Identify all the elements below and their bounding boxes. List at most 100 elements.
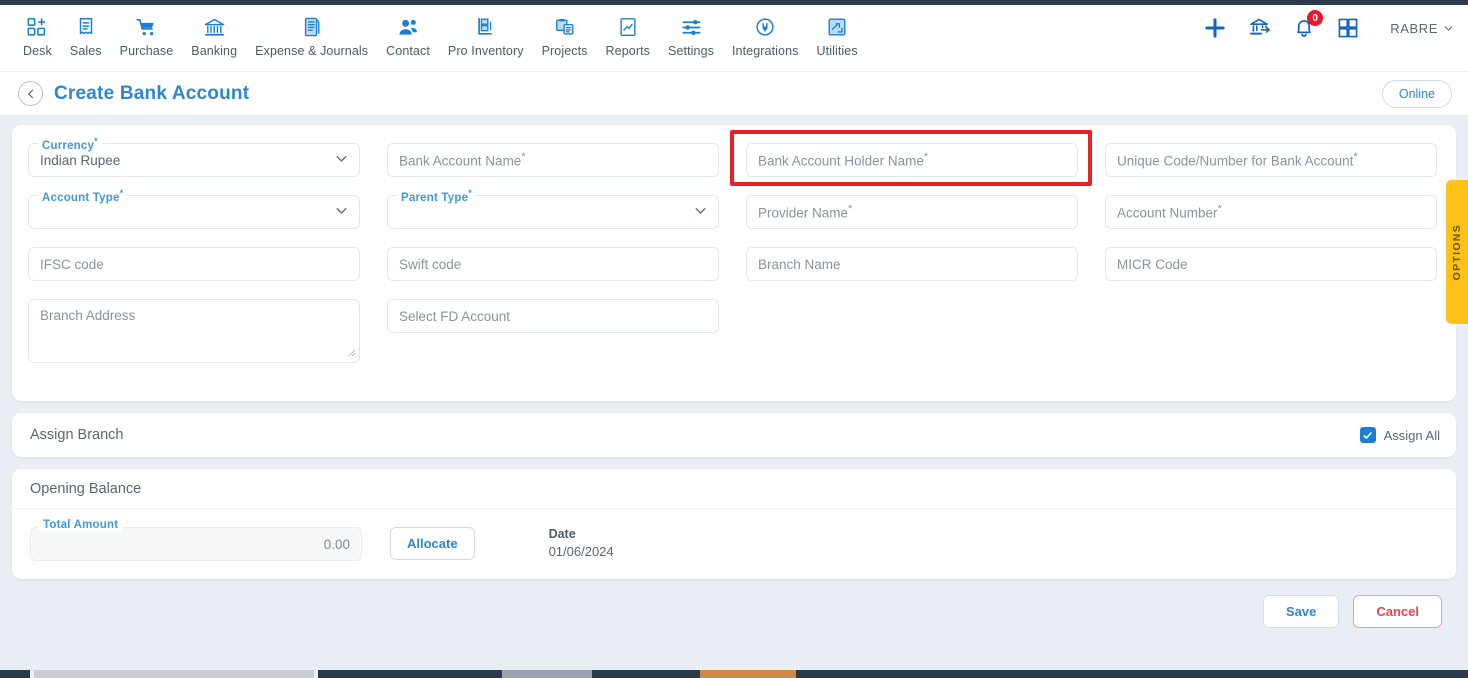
date-value[interactable]: 01/06/2024 bbox=[549, 544, 614, 559]
nav-item-label: Settings bbox=[668, 44, 714, 58]
cancel-button[interactable]: Cancel bbox=[1353, 595, 1442, 628]
save-button[interactable]: Save bbox=[1262, 595, 1340, 628]
desk-grid-plus-icon bbox=[26, 13, 48, 41]
options-side-tab-label: OPTIONS bbox=[1451, 223, 1463, 281]
form-column-2: Bank Account Name* Parent Type* Swift co… bbox=[387, 143, 719, 381]
field-ifsc-code[interactable]: IFSC code bbox=[28, 247, 360, 281]
field-placeholder-ifsc-code: IFSC code bbox=[40, 256, 104, 272]
field-micr-code[interactable]: MICR Code bbox=[1105, 247, 1437, 281]
pro-inventory-forklift-icon bbox=[475, 13, 497, 41]
field-label-currency: Currency* bbox=[38, 136, 102, 152]
field-bank-account-holder-name[interactable]: Bank Account Holder Name* bbox=[746, 143, 1078, 177]
check-icon bbox=[1363, 431, 1372, 439]
app-header: Desk Sales Purchase Banking Expense & Jo… bbox=[0, 5, 1468, 71]
field-placeholder-swift-code: Swift code bbox=[399, 256, 462, 272]
assign-branch-title: Assign Branch bbox=[30, 427, 124, 443]
total-amount-label: Total Amount bbox=[39, 519, 123, 531]
nav-item-label: Banking bbox=[191, 44, 238, 58]
online-button[interactable]: Online bbox=[1381, 80, 1452, 108]
nav-item-label: Expense & Journals bbox=[255, 44, 369, 58]
nav-item-sales[interactable]: Sales bbox=[61, 11, 111, 58]
nav-item-desk[interactable]: Desk bbox=[14, 11, 61, 58]
taskbar-segment bbox=[318, 670, 502, 678]
form-column-4: Unique Code/Number for Bank Account* Acc… bbox=[1105, 143, 1437, 381]
user-name: RABRE bbox=[1390, 20, 1438, 36]
field-swift-code[interactable]: Swift code bbox=[387, 247, 719, 281]
field-placeholder-select-fd-account: Select FD Account bbox=[399, 308, 511, 324]
settings-sliders-icon bbox=[680, 13, 703, 41]
nav-item-label: Utilities bbox=[816, 44, 858, 58]
header-actions: 0 RABRE bbox=[1202, 10, 1454, 41]
apps-grid-icon[interactable] bbox=[1336, 16, 1360, 40]
field-placeholder-micr-code: MICR Code bbox=[1117, 256, 1188, 272]
bank-transfer-icon[interactable] bbox=[1248, 16, 1272, 40]
nav-item-expense-journals[interactable]: Expense & Journals bbox=[246, 11, 377, 58]
nav-item-label: Pro Inventory bbox=[447, 44, 524, 58]
nav-item-label: Reports bbox=[605, 44, 651, 58]
nav-item-integrations[interactable]: Integrations bbox=[723, 11, 808, 58]
chevron-down-icon bbox=[693, 203, 708, 221]
nav-item-label: Projects bbox=[541, 44, 588, 58]
banking-bank-icon bbox=[203, 13, 226, 41]
field-branch-name[interactable]: Branch Name bbox=[746, 247, 1078, 281]
nav-item-utilities[interactable]: Utilities bbox=[808, 11, 867, 58]
nav-item-pro-inventory[interactable]: Pro Inventory bbox=[439, 11, 533, 58]
add-new-icon[interactable] bbox=[1202, 15, 1228, 41]
allocate-button[interactable]: Allocate bbox=[390, 527, 475, 560]
field-placeholder-branch-address: Branch Address bbox=[40, 308, 136, 323]
field-unique-code-number[interactable]: Unique Code/Number for Bank Account* bbox=[1105, 143, 1437, 177]
notification-bell-icon[interactable]: 0 bbox=[1292, 10, 1324, 40]
assign-all-toggle[interactable]: Assign All bbox=[1359, 427, 1440, 443]
assign-branch-card: Assign Branch Assign All bbox=[12, 413, 1456, 457]
field-currency[interactable]: Currency* Indian Rupee bbox=[28, 136, 360, 177]
nav-item-label: Contact bbox=[386, 44, 430, 58]
opening-balance-title: Opening Balance bbox=[12, 469, 1456, 509]
os-taskbar-strip bbox=[0, 670, 1468, 678]
page-title-bar: Create Bank Account Online bbox=[0, 71, 1468, 115]
form-column-3: Bank Account Holder Name* Provider Name*… bbox=[746, 143, 1078, 381]
nav-item-contact[interactable]: Contact bbox=[377, 11, 439, 58]
assign-all-label: Assign All bbox=[1383, 427, 1440, 443]
form-grid: Currency* Indian Rupee Account Type* IFS… bbox=[28, 136, 1440, 381]
field-label-account-type: Account Type* bbox=[38, 188, 128, 204]
nav-item-banking[interactable]: Banking bbox=[182, 11, 246, 58]
field-provider-name[interactable]: Provider Name* bbox=[746, 195, 1078, 229]
projects-clipboard-icon bbox=[554, 13, 576, 41]
bank-account-form-card: Currency* Indian Rupee Account Type* IFS… bbox=[12, 125, 1456, 401]
opening-balance-card: Opening Balance Total Amount 0.00 Alloca… bbox=[12, 469, 1456, 579]
chevron-down-icon bbox=[334, 203, 349, 221]
field-branch-address[interactable]: Branch Address bbox=[28, 299, 360, 363]
total-amount-field[interactable]: 0.00 bbox=[30, 527, 362, 561]
field-placeholder-bank-account-name: Bank Account Name* bbox=[399, 151, 526, 169]
form-actions: Save Cancel bbox=[12, 591, 1456, 628]
field-bank-account-name[interactable]: Bank Account Name* bbox=[387, 143, 719, 177]
nav-item-label: Purchase bbox=[119, 44, 174, 58]
field-label-parent-type: Parent Type* bbox=[397, 188, 476, 204]
options-side-tab[interactable]: OPTIONS bbox=[1446, 180, 1468, 324]
field-placeholder-provider-name: Provider Name* bbox=[758, 203, 853, 221]
taskbar-segment bbox=[700, 670, 796, 678]
field-placeholder-branch-name: Branch Name bbox=[758, 256, 841, 272]
back-button[interactable] bbox=[18, 81, 43, 106]
nav-item-projects[interactable]: Projects bbox=[533, 11, 597, 58]
field-parent-type[interactable]: Parent Type* bbox=[387, 188, 719, 229]
date-block: Date 01/06/2024 bbox=[549, 527, 614, 559]
field-account-type[interactable]: Account Type* bbox=[28, 188, 360, 229]
field-select-fd-account[interactable]: Select FD Account bbox=[387, 299, 719, 333]
integrations-plug-icon bbox=[754, 13, 776, 41]
user-menu[interactable]: RABRE bbox=[1390, 21, 1454, 36]
taskbar-segment bbox=[796, 670, 1468, 678]
resize-handle-icon[interactable] bbox=[347, 348, 356, 360]
nav-item-reports[interactable]: Reports bbox=[597, 11, 659, 58]
taskbar-segment bbox=[34, 670, 314, 678]
total-amount-wrapper: Total Amount 0.00 bbox=[30, 519, 362, 561]
purchase-cart-icon bbox=[135, 13, 158, 41]
nav-item-purchase[interactable]: Purchase bbox=[111, 11, 183, 58]
assign-all-checkbox[interactable] bbox=[1359, 427, 1376, 443]
opening-balance-body: Total Amount 0.00 Allocate Date 01/06/20… bbox=[12, 509, 1456, 561]
nav-item-label: Desk bbox=[23, 44, 52, 58]
field-account-number[interactable]: Account Number* bbox=[1105, 195, 1437, 229]
nav-item-settings[interactable]: Settings bbox=[659, 11, 723, 58]
page-content: Currency* Indian Rupee Account Type* IFS… bbox=[0, 115, 1468, 628]
contact-people-icon bbox=[397, 13, 420, 41]
